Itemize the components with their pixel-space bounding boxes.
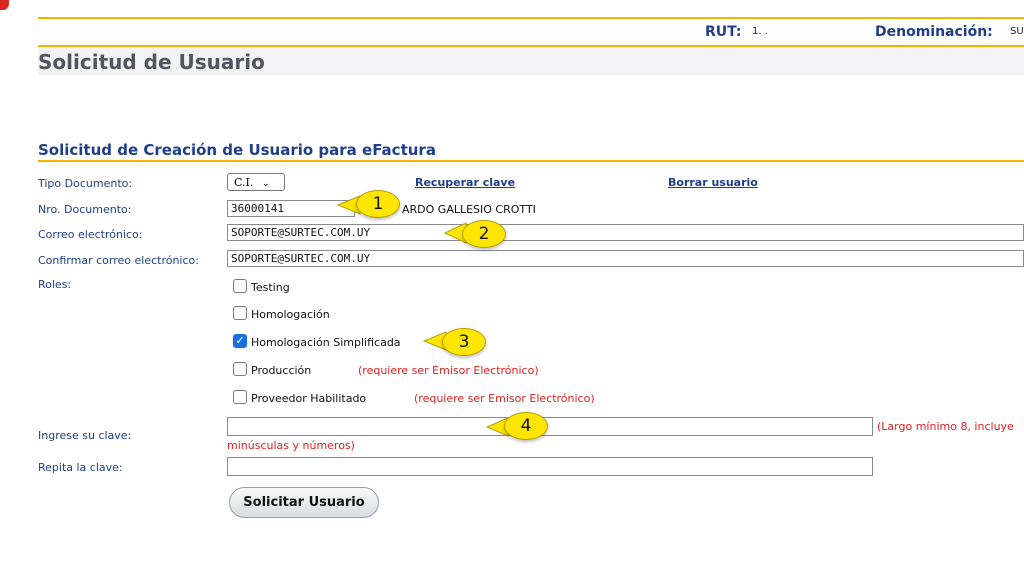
callout-2: 2 (462, 220, 506, 248)
callout-4: 4 (504, 412, 548, 440)
callout-pointers (336, 195, 509, 437)
callout-3: 3 (442, 328, 486, 356)
callout-1: 1 (356, 190, 400, 218)
